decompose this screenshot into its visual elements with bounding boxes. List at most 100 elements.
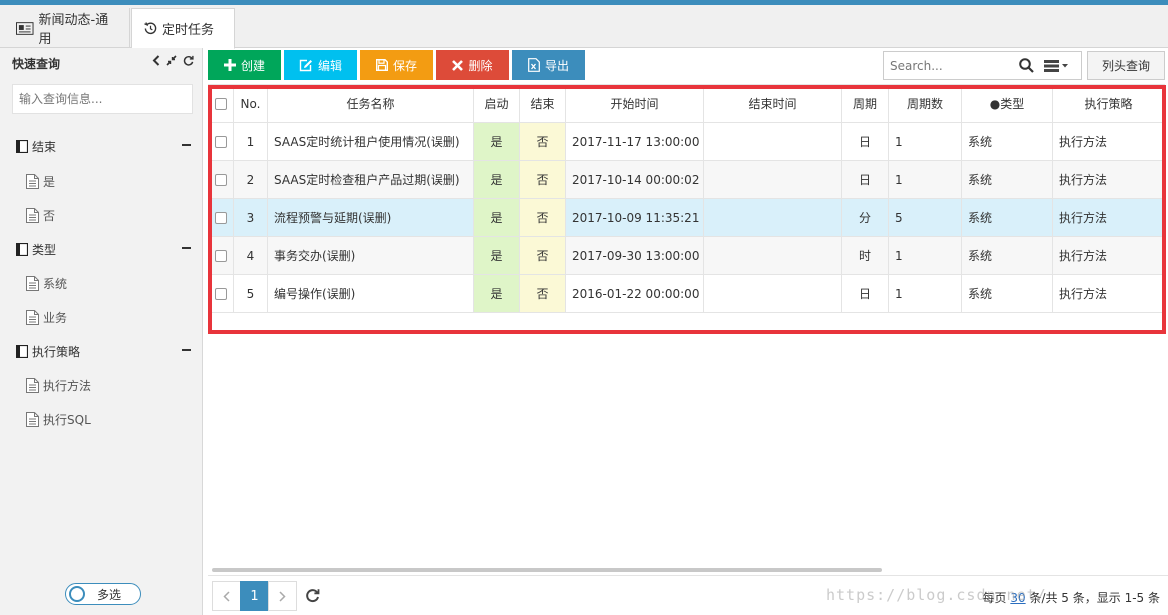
refresh-icon[interactable] [305, 588, 320, 603]
table-row[interactable]: 4 事务交办(误删) 是 否 2017-09-30 13:00:00 时 1 系… [208, 236, 1165, 275]
sidebar-search-input[interactable] [12, 84, 193, 114]
column-header-name[interactable]: 任务名称 [267, 84, 474, 123]
collapse-left-icon[interactable] [152, 55, 160, 66]
table-row[interactable]: 2 SAAS定时检查租户产品过期(误删) 是 否 2017-10-14 00:0… [208, 160, 1165, 199]
grid-search-input[interactable] [888, 57, 1016, 75]
column-header-period[interactable]: 周期 [841, 84, 889, 123]
select-all-checkbox[interactable] [215, 98, 227, 110]
excel-file-icon [528, 58, 540, 72]
row-ended: 否 [519, 274, 566, 313]
next-page-button[interactable] [268, 581, 297, 611]
file-text-icon [26, 310, 39, 325]
row-no: 4 [233, 236, 268, 275]
row-type: 系统 [961, 236, 1053, 275]
sidebar-group-end[interactable]: 结束 [16, 138, 196, 155]
floppy-disk-icon [375, 59, 388, 71]
row-period: 日 [841, 122, 889, 161]
file-text-icon [26, 412, 39, 427]
save-button[interactable]: 保存 [360, 50, 433, 80]
export-button[interactable]: 导出 [512, 50, 585, 80]
sidebar-group-type[interactable]: 类型 [16, 241, 196, 258]
row-start-time: 2017-10-09 11:35:21 [565, 198, 704, 237]
collapse-minus-icon[interactable] [182, 349, 191, 351]
sidebar-group-label: 结束 [32, 140, 57, 154]
row-checkbox-cell[interactable] [208, 198, 234, 237]
row-ended: 否 [519, 198, 566, 237]
sidebar-item-end-yes[interactable]: 是 [26, 173, 55, 190]
refresh-icon[interactable] [183, 55, 194, 66]
row-no: 2 [233, 160, 268, 199]
horizontal-scrollbar[interactable] [212, 568, 882, 572]
newspaper-icon [16, 21, 34, 35]
column-header-enabled[interactable]: 启动 [473, 84, 520, 123]
compress-icon[interactable] [166, 55, 177, 66]
column-header-end-time[interactable]: 结束时间 [703, 84, 842, 123]
task-table: No. 任务名称 启动 结束 开始时间 结束时间 周期 周期数 ●类型 执行策略… [208, 84, 1165, 313]
row-checkbox[interactable] [215, 174, 227, 186]
create-button[interactable]: 创建 [208, 50, 281, 80]
multi-select-label: 多选 [97, 587, 122, 602]
row-end-time [703, 236, 842, 275]
page-button-current[interactable]: 1 [240, 581, 269, 611]
table-header-row: No. 任务名称 启动 结束 开始时间 结束时间 周期 周期数 ●类型 执行策略 [208, 84, 1165, 123]
table-row[interactable]: 5 编号操作(误删) 是 否 2016-01-22 00:00:00 日 1 系… [208, 274, 1165, 313]
sidebar-group-strategy[interactable]: 执行策略 [16, 343, 196, 360]
row-period-count: 1 [888, 160, 962, 199]
quick-query-sidebar: 快速查询 结束 是 否 类型 系统 业务 执行策略 执行方法 [0, 48, 203, 615]
column-header-no[interactable]: No. [233, 84, 268, 123]
collapse-minus-icon[interactable] [182, 144, 191, 146]
row-checkbox-cell[interactable] [208, 274, 234, 313]
row-checkbox-cell[interactable] [208, 236, 234, 275]
sidebar-item-label: 执行SQL [43, 413, 91, 427]
row-enabled: 是 [473, 122, 520, 161]
book-icon [16, 243, 28, 256]
row-start-time: 2017-09-30 13:00:00 [565, 236, 704, 275]
prev-page-button[interactable] [212, 581, 241, 611]
row-checkbox[interactable] [215, 136, 227, 148]
create-label: 创建 [240, 58, 265, 73]
delete-button[interactable]: 删除 [436, 50, 509, 80]
tab-bar: 新闻动态-通用 定时任务 [0, 5, 1168, 49]
row-checkbox-cell[interactable] [208, 160, 234, 199]
task-grid: No. 任务名称 启动 结束 开始时间 结束时间 周期 周期数 ●类型 执行策略… [208, 84, 1168, 572]
row-start-time: 2017-11-17 13:00:00 [565, 122, 704, 161]
multi-select-toggle[interactable]: 多选 [65, 583, 141, 605]
table-row-selected[interactable]: 3 流程预警与延期(误删) 是 否 2017-10-09 11:35:21 分 … [208, 198, 1165, 237]
column-header-start-time[interactable]: 开始时间 [565, 84, 704, 123]
file-text-icon [26, 378, 39, 393]
sidebar-item-strategy-method[interactable]: 执行方法 [26, 377, 91, 394]
collapse-minus-icon[interactable] [182, 247, 191, 249]
sidebar-item-type-business[interactable]: 业务 [26, 309, 67, 326]
column-list-icon[interactable] [1044, 60, 1070, 72]
column-header-type[interactable]: ●类型 [961, 84, 1053, 123]
chevron-left-icon [223, 590, 230, 602]
column-header-ended[interactable]: 结束 [519, 84, 566, 123]
row-period: 分 [841, 198, 889, 237]
select-all-checkbox-cell[interactable] [208, 84, 234, 123]
tab-news[interactable]: 新闻动态-通用 [4, 8, 130, 48]
row-period: 日 [841, 274, 889, 313]
sidebar-title: 快速查询 [12, 57, 61, 71]
column-query-button[interactable]: 列头查询 [1087, 51, 1165, 80]
tab-scheduled-tasks[interactable]: 定时任务 [131, 8, 235, 49]
row-end-time [703, 274, 842, 313]
column-header-strategy[interactable]: 执行策略 [1052, 84, 1165, 123]
table-row[interactable]: 1 SAAS定时统计租户使用情况(误删) 是 否 2017-11-17 13:0… [208, 122, 1165, 161]
sidebar-item-type-system[interactable]: 系统 [26, 275, 67, 292]
page-summary: 条/共 5 条，显示 1-5 条 [1029, 591, 1160, 605]
search-icon[interactable] [1019, 58, 1034, 73]
column-header-period-count[interactable]: 周期数 [888, 84, 962, 123]
row-ended: 否 [519, 122, 566, 161]
close-x-icon [452, 59, 464, 71]
sidebar-item-label: 是 [43, 175, 56, 189]
sidebar-item-end-no[interactable]: 否 [26, 207, 55, 224]
edit-button[interactable]: 编辑 [284, 50, 357, 80]
sidebar-item-strategy-sql[interactable]: 执行SQL [26, 411, 91, 428]
row-checkbox[interactable] [215, 288, 227, 300]
row-enabled: 是 [473, 236, 520, 275]
row-checkbox-cell[interactable] [208, 122, 234, 161]
row-period-count: 1 [888, 122, 962, 161]
row-checkbox[interactable] [215, 250, 227, 262]
book-icon [16, 345, 28, 358]
row-checkbox[interactable] [215, 212, 227, 224]
